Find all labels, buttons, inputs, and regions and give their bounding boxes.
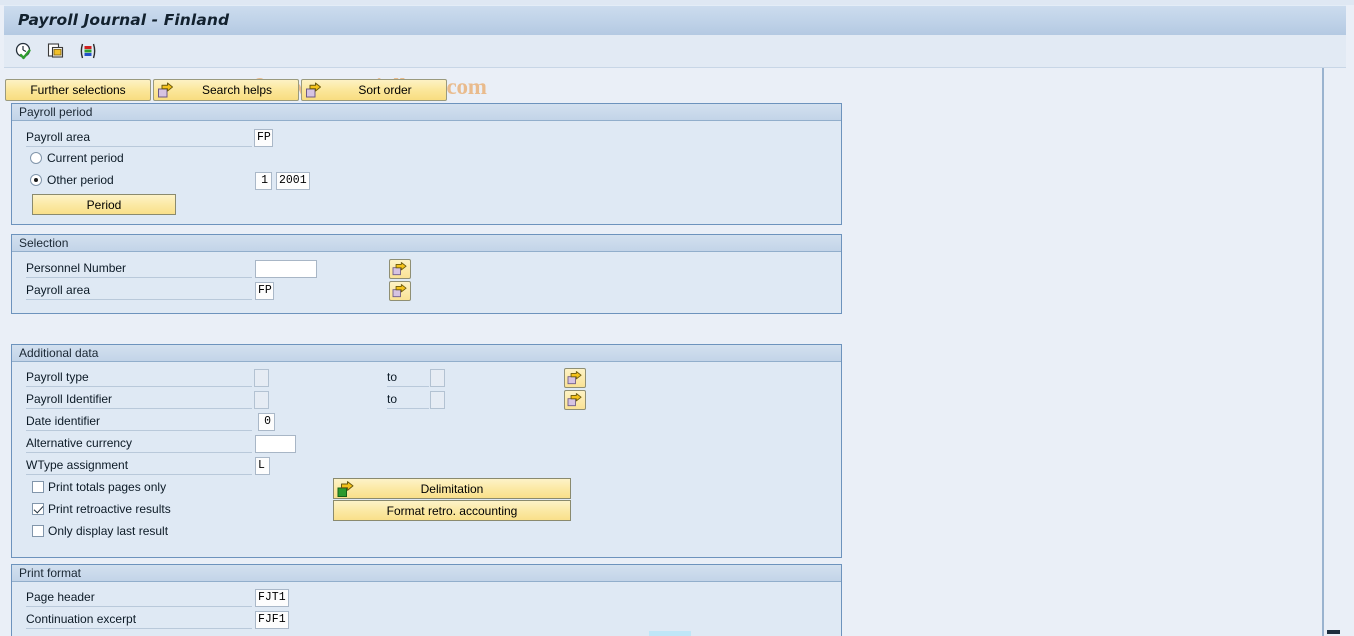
selection-screen-content: Payroll period Payroll area FP Current p…: [5, 103, 1317, 636]
other-period-year-input[interactable]: 2001: [276, 172, 310, 190]
bottom-resize-handle[interactable]: [1327, 630, 1340, 634]
alternative-currency-input[interactable]: [255, 435, 296, 453]
page-header-input[interactable]: FJT1: [255, 589, 289, 607]
further-selections-button[interactable]: Further selections: [5, 79, 151, 101]
print-format-group: Print format Page header FJT1 Continuati…: [11, 564, 842, 636]
title-bar: Payroll Journal - Finland: [4, 5, 1346, 35]
arrow-right-icon: [392, 284, 407, 298]
payroll-identifier-to-input[interactable]: [430, 391, 445, 409]
additional-data-group: Additional data Payroll type to Payroll …: [11, 344, 842, 558]
date-identifier-input[interactable]: 0: [258, 413, 275, 431]
page-header-label: Page header: [26, 589, 252, 607]
arrow-right-green-icon: [337, 481, 355, 498]
payroll-period-header: Payroll period: [12, 104, 841, 121]
other-period-label: Other period: [47, 173, 114, 187]
payroll-type-to-input[interactable]: [430, 369, 445, 387]
bottom-status-accent: [649, 631, 691, 636]
toolbar-icon-group: [12, 39, 100, 63]
payroll-type-multiple-selection-button[interactable]: [564, 368, 586, 388]
payroll-type-from-input[interactable]: [254, 369, 269, 387]
only-display-last-result-label: Only display last result: [48, 524, 169, 538]
selection-button-bar: Further selections Search helps Sort ord…: [5, 79, 447, 101]
application-toolbar: © www.tutorialkart.com: [4, 35, 1346, 99]
payroll-area-multiple-selection-button[interactable]: [389, 281, 411, 301]
print-format-header: Print format: [12, 565, 841, 582]
selection-group: Selection Personnel Number Payroll area …: [11, 234, 842, 314]
other-period-number-input[interactable]: 1: [255, 172, 272, 190]
other-period-radio[interactable]: Other period: [30, 173, 114, 187]
arrow-right-icon: [567, 371, 582, 385]
payroll-identifier-multiple-selection-button[interactable]: [564, 390, 586, 410]
payroll-identifier-label: Payroll Identifier: [26, 391, 252, 409]
period-button[interactable]: Period: [32, 194, 176, 215]
sort-order-label: Sort order: [358, 83, 412, 97]
only-display-last-result-checkbox[interactable]: Only display last result: [32, 524, 168, 538]
arrow-right-icon: [157, 82, 175, 100]
date-identifier-label: Date identifier: [26, 413, 252, 431]
delimitation-button[interactable]: Delimitation: [333, 478, 571, 499]
wtype-assignment-label: WType assignment: [26, 457, 252, 475]
payroll-identifier-from-input[interactable]: [254, 391, 269, 409]
payroll-identifier-to-label: to: [387, 391, 429, 409]
format-retro-accounting-label: Format retro. accounting: [386, 503, 518, 518]
arrow-right-icon: [305, 82, 323, 100]
payroll-area-label: Payroll area: [26, 129, 252, 147]
page-title: Payroll Journal - Finland: [18, 11, 230, 29]
current-period-label: Current period: [47, 151, 124, 165]
selection-header: Selection: [12, 235, 841, 252]
current-period-radio[interactable]: Current period: [30, 151, 124, 165]
print-retroactive-results-label: Print retroactive results: [48, 502, 171, 516]
format-retro-accounting-button[interactable]: Format retro. accounting: [333, 500, 571, 521]
payroll-area-input[interactable]: FP: [254, 129, 273, 147]
personnel-number-input[interactable]: [255, 260, 317, 278]
payroll-type-label: Payroll type: [26, 369, 252, 387]
execute-clock-icon[interactable]: [12, 39, 36, 63]
pane-divider: [1322, 68, 1324, 636]
continuation-excerpt-label: Continuation excerpt: [26, 611, 252, 629]
payroll-period-group: Payroll period Payroll area FP Current p…: [11, 103, 842, 225]
continuation-excerpt-input[interactable]: FJF1: [255, 611, 289, 629]
checkbox-indicator: [32, 525, 44, 537]
print-totals-pages-only-checkbox[interactable]: Print totals pages only: [32, 480, 166, 494]
personnel-number-multiple-selection-button[interactable]: [389, 259, 411, 279]
wtype-assignment-input[interactable]: L: [255, 457, 270, 475]
additional-data-header: Additional data: [12, 345, 841, 362]
period-button-label: Period: [86, 197, 122, 212]
sap-gui-window: Payroll Journal - Finland Further select…: [0, 0, 1354, 636]
payroll-type-to-label: to: [387, 369, 429, 387]
payroll-area-selection-input[interactable]: FP: [255, 282, 274, 300]
search-helps-button[interactable]: Search helps: [153, 79, 299, 101]
payroll-area-selection-label: Payroll area: [26, 282, 252, 300]
search-helps-label: Search helps: [201, 83, 273, 97]
checkbox-indicator: [32, 503, 44, 515]
delimitation-label: Delimitation: [420, 481, 484, 496]
colored-bars-icon[interactable]: [76, 39, 100, 63]
arrow-right-icon: [567, 393, 582, 407]
checkbox-indicator: [32, 481, 44, 493]
multiple-selection-copy-icon[interactable]: [44, 39, 68, 63]
print-retroactive-results-checkbox[interactable]: Print retroactive results: [32, 502, 171, 516]
alternative-currency-label: Alternative currency: [26, 435, 252, 453]
print-totals-pages-only-label: Print totals pages only: [48, 480, 167, 494]
radio-indicator: [30, 152, 42, 164]
right-side-pane: [1325, 68, 1354, 636]
personnel-number-label: Personnel Number: [26, 260, 252, 278]
further-selections-label: Further selections: [30, 83, 126, 97]
arrow-right-icon: [392, 262, 407, 276]
sort-order-button[interactable]: Sort order: [301, 79, 447, 101]
radio-indicator: [30, 174, 42, 186]
